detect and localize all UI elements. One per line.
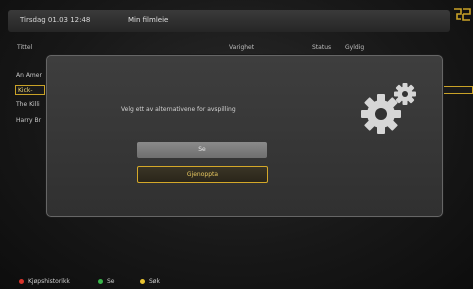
footer-green-label: Se <box>107 278 115 285</box>
selection-highlight-right <box>441 86 473 94</box>
footer-yellow-label: Søk <box>149 278 160 285</box>
brand-logo-icon <box>454 8 471 21</box>
list-item[interactable]: Harry Br <box>16 116 41 126</box>
yellow-button-icon <box>140 279 145 284</box>
screen: Tirsdag 01.03 12:48 Min filmleie Tittel … <box>0 0 473 289</box>
play-button[interactable]: Se <box>137 142 267 158</box>
list-item-selected[interactable]: Kick-Ass <box>15 85 45 95</box>
green-button-icon <box>98 279 103 284</box>
column-header-status: Status <box>312 44 332 51</box>
footer-green-action[interactable]: Se <box>98 278 115 285</box>
settings-gears-icon <box>361 83 416 134</box>
list-item[interactable]: An Amer <box>16 71 42 81</box>
page-title: Min filmleie <box>128 16 169 24</box>
playback-options-dialog: Velg ett av alternativene for avspilling… <box>46 55 443 217</box>
column-header-title: Tittel <box>17 44 33 51</box>
column-header-duration: Varighet <box>229 44 255 51</box>
list-item[interactable]: The Killi <box>16 100 40 110</box>
red-button-icon <box>19 279 24 284</box>
footer-red-label: Kjøpshistorikk <box>28 278 70 285</box>
resume-button[interactable]: Gjenoppta <box>137 166 268 183</box>
header-bar: Tirsdag 01.03 12:48 Min filmleie <box>8 10 450 32</box>
dialog-message: Velg ett av alternativene for avspilling <box>121 106 236 113</box>
header-datetime: Tirsdag 01.03 12:48 <box>20 16 91 24</box>
footer-yellow-action[interactable]: Søk <box>140 278 160 285</box>
footer-red-action[interactable]: Kjøpshistorikk <box>19 278 70 285</box>
column-header-valid: Gyldig <box>345 44 365 51</box>
